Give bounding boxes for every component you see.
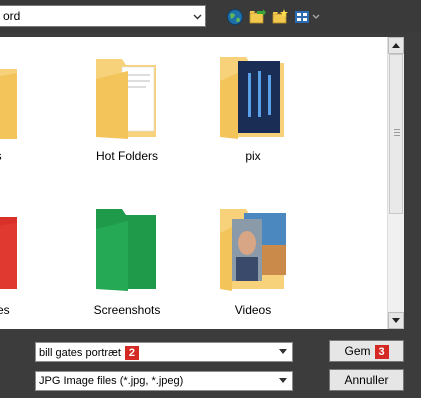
- cancel-label: Annuller: [344, 373, 389, 387]
- location-text: ord: [3, 9, 21, 23]
- scroll-down-button[interactable]: [388, 312, 404, 329]
- toolbar: ord: [0, 0, 421, 33]
- item-label: ammes: [0, 303, 10, 317]
- file-list: ders Hot Folders pix ammes: [0, 37, 387, 329]
- scroll-thumb[interactable]: [389, 54, 403, 214]
- save-button[interactable]: Gem 3: [329, 340, 404, 362]
- item-label: pix: [245, 149, 261, 163]
- folder-icon: [220, 57, 284, 139]
- folder-icon: [96, 209, 156, 291]
- step-badge: 2: [124, 346, 139, 360]
- filename-field[interactable]: bill gates portræt 2: [35, 342, 293, 362]
- filetype-select[interactable]: JPG Image files (*.jpg, *.jpeg): [35, 371, 293, 391]
- view-icon[interactable]: [294, 8, 322, 26]
- back-folder-icon[interactable]: [248, 8, 266, 26]
- location-combo[interactable]: ord: [0, 5, 206, 27]
- folder-icon: [220, 209, 286, 291]
- chevron-down-icon[interactable]: [279, 378, 287, 384]
- globe-icon[interactable]: [226, 8, 244, 26]
- arrow-up-icon: [392, 43, 400, 48]
- scroll-up-button[interactable]: [388, 37, 404, 54]
- item-label: Hot Folders: [95, 149, 159, 163]
- cancel-button[interactable]: Annuller: [329, 369, 404, 391]
- folder-icon: [0, 69, 17, 139]
- item-label: ders: [0, 149, 45, 163]
- chevron-down-icon[interactable]: [193, 12, 202, 21]
- filename-value: bill gates portræt: [39, 346, 121, 359]
- item-label: Videos: [234, 303, 272, 317]
- folder-icon: [96, 59, 156, 139]
- folder-icon: [0, 217, 17, 289]
- vertical-scrollbar[interactable]: [387, 37, 404, 329]
- filetype-value: JPG Image files (*.jpg, *.jpeg): [39, 375, 184, 387]
- item-label: Screenshots: [93, 303, 161, 317]
- chevron-down-icon[interactable]: [279, 349, 287, 355]
- save-label: Gem: [344, 344, 371, 358]
- save-panel: bill gates portræt 2 JPG Image files (*.j…: [0, 330, 421, 398]
- arrow-down-icon: [392, 318, 400, 323]
- step-badge: 3: [374, 344, 389, 359]
- new-folder-icon[interactable]: [271, 8, 289, 26]
